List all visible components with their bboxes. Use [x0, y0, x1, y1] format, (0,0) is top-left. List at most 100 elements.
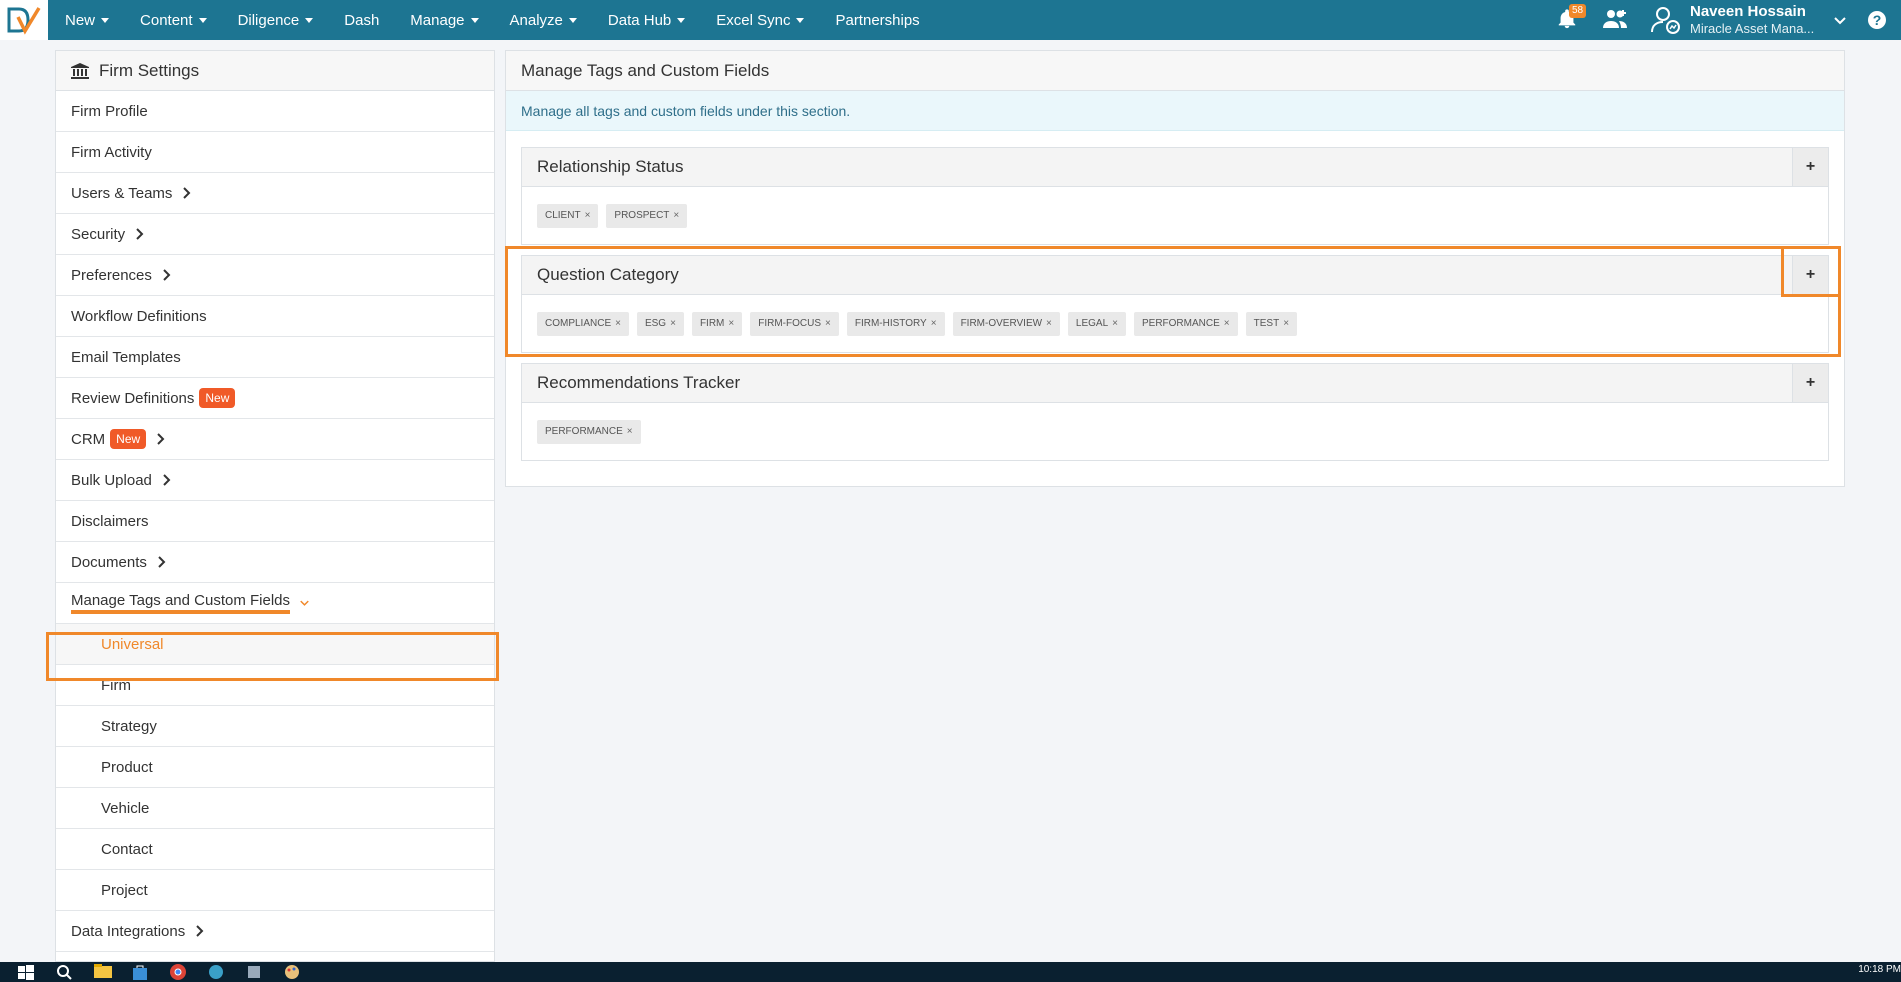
- notifications-bell-icon[interactable]: 58: [1556, 4, 1587, 32]
- sidebar-item-data-integrations[interactable]: Data Integrations: [56, 911, 494, 952]
- tag-label: COMPLIANCE: [545, 317, 612, 329]
- sidebar-item-security[interactable]: Security: [56, 214, 494, 255]
- chevron-down-icon[interactable]: [1832, 12, 1848, 28]
- file-explorer-icon[interactable]: [94, 964, 114, 980]
- sidebar-item-crm[interactable]: CRM New: [56, 419, 494, 460]
- sidebar-item-firm[interactable]: Firm: [56, 665, 494, 706]
- sidebar-item-documents[interactable]: Documents: [56, 542, 494, 583]
- sidebar-item-label: Firm: [101, 676, 131, 694]
- app-icon[interactable]: [208, 964, 228, 980]
- remove-tag-icon[interactable]: ×: [728, 318, 734, 329]
- add-tag-button[interactable]: +: [1792, 256, 1828, 294]
- sidebar-item-label: Email Templates: [71, 348, 181, 366]
- sidebar-item-label: Universal: [101, 635, 164, 653]
- tag-chip[interactable]: COMPLIANCE ×: [537, 311, 629, 336]
- tag-list: CLIENT × PROSPECT ×: [522, 187, 1828, 244]
- bank-icon: [71, 62, 89, 79]
- tag-chip[interactable]: TEST ×: [1245, 311, 1298, 336]
- nav-item-partnerships[interactable]: Partnerships: [835, 12, 919, 29]
- nav-item-diligence[interactable]: Diligence: [238, 12, 314, 29]
- remove-tag-icon[interactable]: ×: [585, 210, 591, 221]
- tag-chip[interactable]: FIRM ×: [691, 311, 743, 336]
- sidebar-item-project[interactable]: Project: [56, 870, 494, 911]
- tag-chip[interactable]: FIRM-FOCUS ×: [750, 311, 839, 336]
- tag-chip[interactable]: ESG ×: [636, 311, 684, 336]
- sidebar-item-product[interactable]: Product: [56, 747, 494, 788]
- remove-tag-icon[interactable]: ×: [1283, 318, 1289, 329]
- sidebar-item-label: Firm Activity: [71, 143, 152, 161]
- sidebar-item-contact[interactable]: Contact: [56, 829, 494, 870]
- sidebar-item-vehicle[interactable]: Vehicle: [56, 788, 494, 829]
- search-icon[interactable]: [56, 964, 76, 980]
- sidebar-item-bulk-upload[interactable]: Bulk Upload: [56, 460, 494, 501]
- app-logo[interactable]: [0, 0, 48, 40]
- remove-tag-icon[interactable]: ×: [627, 426, 633, 437]
- nav-item-manage[interactable]: Manage: [410, 12, 479, 29]
- chevron-right-icon: [196, 925, 204, 937]
- tag-chip[interactable]: PERFORMANCE ×: [537, 419, 641, 444]
- remove-tag-icon[interactable]: ×: [615, 318, 621, 329]
- nav-item-label: Diligence: [237, 11, 300, 29]
- new-badge: New: [110, 429, 147, 449]
- nav-item-data-hub[interactable]: Data Hub: [608, 12, 686, 29]
- firm-settings-sidebar: Firm Settings Firm Profile Firm Activity U…: [55, 50, 495, 962]
- sidebar-item-firm-profile[interactable]: Firm Profile: [56, 91, 494, 132]
- nav-item-dash[interactable]: Dash: [344, 12, 379, 29]
- sidebar-title: Firm Settings: [99, 60, 200, 80]
- help-icon[interactable]: ?: [1868, 11, 1886, 29]
- user-menu[interactable]: Naveen Hossain Miracle Asset Mana...: [1690, 3, 1820, 37]
- remove-tag-icon[interactable]: ×: [1046, 318, 1052, 329]
- sidebar-item-label: Review Definitions: [71, 389, 195, 407]
- tag-label: FIRM-HISTORY: [854, 317, 927, 329]
- add-tag-button[interactable]: +: [1792, 148, 1828, 186]
- sidebar-item-strategy[interactable]: Strategy: [56, 706, 494, 747]
- nav-item-label: Partnerships: [835, 11, 920, 29]
- user-avatar-icon[interactable]: [1650, 4, 1682, 36]
- app-icon-2[interactable]: [246, 964, 266, 980]
- sidebar-item-universal[interactable]: Universal: [56, 624, 494, 665]
- sidebar-item-label: Data Integrations: [71, 922, 186, 940]
- sidebar-item-review-definitions[interactable]: Review Definitions New: [56, 378, 494, 419]
- sidebar-item-label: Manage Tags and Custom Fields: [71, 592, 291, 614]
- remove-tag-icon[interactable]: ×: [673, 210, 679, 221]
- nav-item-excel-sync[interactable]: Excel Sync: [716, 12, 805, 29]
- sidebar-item-manage-tags-and-custom-fields[interactable]: Manage Tags and Custom Fields: [56, 583, 494, 624]
- sidebar-item-label: Bulk Upload: [71, 471, 152, 489]
- remove-tag-icon[interactable]: ×: [825, 318, 831, 329]
- tag-chip[interactable]: PERFORMANCE ×: [1133, 311, 1238, 336]
- sidebar-item-label: Vehicle: [101, 799, 150, 817]
- sidebar-menu: Firm Profile Firm Activity Users & Teams Se…: [56, 91, 494, 952]
- tag-chip[interactable]: FIRM-HISTORY ×: [846, 311, 945, 336]
- sidebar-item-email-templates[interactable]: Email Templates: [56, 337, 494, 378]
- remove-tag-icon[interactable]: ×: [1224, 318, 1230, 329]
- store-icon[interactable]: [132, 964, 152, 980]
- tag-group-title: Relationship Status: [537, 157, 684, 176]
- sidebar-item-users-and-teams[interactable]: Users & Teams: [56, 173, 494, 214]
- os-taskbar: 10:18 PM: [0, 962, 1901, 982]
- users-group-icon[interactable]: [1602, 8, 1628, 32]
- caret-down-icon: [198, 18, 207, 24]
- sidebar-item-preferences[interactable]: Preferences: [56, 255, 494, 296]
- sidebar-item-label: Documents: [71, 553, 147, 571]
- page-title: Manage Tags and Custom Fields: [506, 51, 1844, 91]
- nav-item-content[interactable]: Content: [140, 12, 207, 29]
- sidebar-item-label: Workflow Definitions: [71, 307, 207, 325]
- chrome-icon[interactable]: [170, 964, 190, 980]
- windows-start-icon[interactable]: [18, 964, 38, 980]
- nav-item-analyze[interactable]: Analyze: [510, 12, 577, 29]
- sidebar-item-firm-activity[interactable]: Firm Activity: [56, 132, 494, 173]
- remove-tag-icon[interactable]: ×: [1112, 318, 1118, 329]
- chevron-right-icon: [183, 187, 191, 199]
- nav-item-new[interactable]: New: [65, 12, 110, 29]
- sidebar-item-workflow-definitions[interactable]: Workflow Definitions: [56, 296, 494, 337]
- tag-chip[interactable]: FIRM-OVERVIEW ×: [952, 311, 1060, 336]
- remove-tag-icon[interactable]: ×: [670, 318, 676, 329]
- tag-chip[interactable]: LEGAL ×: [1067, 311, 1126, 336]
- chevron-right-icon: [163, 474, 171, 486]
- paint-icon[interactable]: [284, 964, 304, 980]
- tag-chip[interactable]: CLIENT ×: [537, 203, 599, 228]
- tag-chip[interactable]: PROSPECT ×: [606, 203, 688, 228]
- add-tag-button[interactable]: +: [1792, 364, 1828, 402]
- sidebar-item-disclaimers[interactable]: Disclaimers: [56, 501, 494, 542]
- remove-tag-icon[interactable]: ×: [931, 318, 937, 329]
